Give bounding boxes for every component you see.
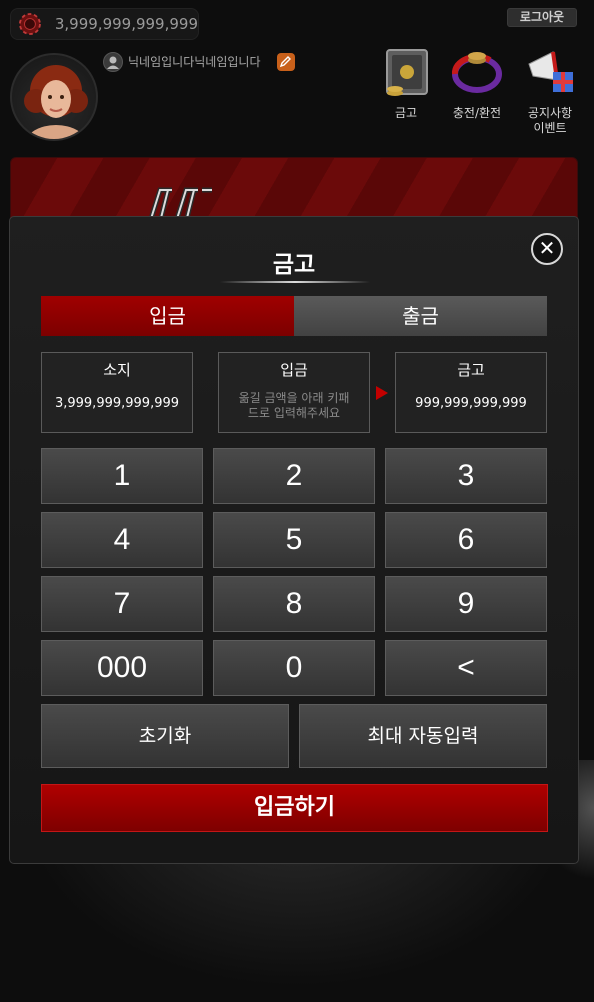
avatar-portrait-icon [24, 65, 88, 139]
event-label: 이벤트 [533, 121, 567, 135]
key-0[interactable]: 0 [213, 640, 375, 696]
tab-deposit[interactable]: 입금 [41, 296, 294, 336]
notice-label: 공지사항 [527, 106, 573, 120]
tab-withdraw[interactable]: 출금 [294, 296, 547, 336]
vault-shortcut[interactable]: 금고 [375, 46, 437, 121]
user-icon [103, 52, 123, 72]
deposit-amount-box[interactable]: 입금 옮길 금액을 아래 키패 드로 입력해주세요 [218, 352, 370, 433]
vault-box: 금고 999,999,999,999 [395, 352, 547, 433]
close-button[interactable]: ✕ [531, 233, 563, 265]
arrow-right-icon [376, 386, 388, 400]
exchange-label: 충전/환전 [452, 106, 502, 120]
key-8[interactable]: 8 [213, 576, 375, 632]
key-000[interactable]: 000 [41, 640, 203, 696]
avatar[interactable] [10, 53, 98, 141]
chip-icon [19, 13, 41, 35]
logout-button[interactable]: 로그아웃 [507, 8, 577, 27]
nickname: 닉네임입니다닉네임입니다 [128, 55, 261, 69]
held-title: 소지 [103, 361, 131, 379]
deposit-title: 입금 [280, 361, 308, 379]
vault-icon [386, 49, 428, 96]
held-value: 3,999,999,999,999 [54, 396, 180, 411]
exchange-shortcut[interactable]: 충전/환전 [446, 46, 508, 121]
modal-title: 금고 [272, 252, 316, 278]
notice-event-shortcut[interactable]: 공지사항 이벤트 [519, 46, 581, 136]
vault-title: 금고 [457, 361, 485, 379]
tab-bar: 입금 출금 [41, 296, 547, 336]
key-9[interactable]: 9 [385, 576, 547, 632]
exchange-icon [451, 52, 502, 93]
balance-display: 3,999,999,999,999 [10, 8, 199, 40]
title-divider [220, 281, 370, 283]
key-1[interactable]: 1 [41, 448, 203, 504]
vault-modal: 금고 ✕ 입금 출금 소지 3,999,999,999,999 입금 옮길 금액… [9, 216, 579, 864]
vault-value: 999,999,999,999 [415, 396, 527, 411]
megaphone-gift-icon [528, 51, 573, 92]
deposit-hint: 옮길 금액을 아래 키패 드로 입력해주세요 [219, 391, 369, 421]
balance-amount: 3,999,999,999,999 [54, 15, 198, 33]
deposit-submit-button[interactable]: 입금하기 [41, 784, 548, 832]
key-6[interactable]: 6 [385, 512, 547, 568]
key-2[interactable]: 2 [213, 448, 375, 504]
edit-icon[interactable] [276, 52, 296, 72]
key-7[interactable]: 7 [41, 576, 203, 632]
deposit-hint-line2: 드로 입력해주세요 [247, 406, 341, 420]
key-3[interactable]: 3 [385, 448, 547, 504]
key-backspace[interactable]: < [385, 640, 547, 696]
vault-label: 금고 [394, 106, 418, 120]
reset-button[interactable]: 초기화 [41, 704, 289, 768]
max-auto-input-button[interactable]: 최대 자동입력 [299, 704, 547, 768]
key-5[interactable]: 5 [213, 512, 375, 568]
held-box: 소지 3,999,999,999,999 [41, 352, 193, 433]
deposit-hint-line1: 옮길 금액을 아래 키패 [238, 391, 350, 405]
key-4[interactable]: 4 [41, 512, 203, 568]
